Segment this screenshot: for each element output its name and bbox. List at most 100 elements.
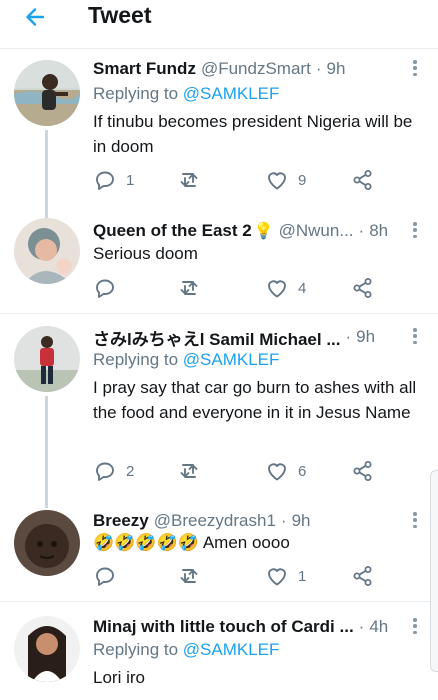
back-button[interactable] [18,2,52,32]
tweet-actions: 4 [93,276,438,300]
avatar[interactable] [14,218,80,284]
tweet-actions: 1 9 [93,168,438,192]
tweet-actions: 1 [93,564,438,588]
reply-button[interactable]: 2 [93,459,134,483]
share-button[interactable] [351,276,375,300]
retweet-button[interactable] [177,459,210,483]
more-options-icon[interactable] [410,510,420,530]
share-icon [353,461,372,481]
avatar[interactable] [14,616,80,682]
reply-icon [96,279,114,298]
avatar[interactable] [14,326,80,392]
tweet-text: Lori iro [93,668,145,687]
tweet-text: 🤣🤣🤣🤣🤣 Amen oooo [93,530,423,555]
reply-tweet[interactable]: Smart Fundz @FundzSmart · 9h Replying to… [0,58,438,222]
like-count: 4 [298,279,307,297]
display-name[interactable]: Queen of the East 2 [93,221,252,241]
replying-to: Replying to @SAMKLEF [93,640,279,660]
tweet-text: If tinubu becomes president Nigeria will… [93,112,413,156]
thread-line [45,396,48,508]
retweet-icon [180,173,198,187]
more-options-icon[interactable] [410,616,420,636]
timestamp: 9h [356,327,376,346]
separator-dot: · [280,511,287,530]
share-button[interactable] [351,168,375,192]
retweet-icon [180,464,198,478]
divider [0,601,438,602]
separator-dot: · [358,221,365,240]
top-bar: Tweet [0,0,438,49]
retweet-button[interactable] [177,276,210,300]
reply-count: 1 [126,171,135,189]
tweet-actions: 2 6 [93,459,438,483]
mention-link[interactable]: @SAMKLEF [183,350,280,369]
page-title: Tweet [88,2,152,28]
user-handle[interactable]: @Nwun... [279,221,354,241]
replying-prefix: Replying to [93,350,183,369]
share-button[interactable] [351,459,375,483]
tweet-header: Breezy @Breezydrash1 · 9h [93,510,402,532]
reply-button[interactable] [93,276,126,300]
reply-icon [96,567,114,586]
like-button[interactable]: 4 [265,276,306,300]
like-button[interactable]: 1 [265,564,306,588]
tweet-header: Queen of the East 2 💡 @Nwun... · 8h [93,220,402,242]
share-icon [353,566,372,586]
heart-icon [268,568,286,586]
laughing-emoji-icon: 🤣🤣🤣🤣🤣 [93,533,199,552]
lightbulb-icon: 💡 [253,223,274,240]
share-icon [353,170,372,190]
share-icon [353,278,372,298]
timestamp: 4h [369,617,389,636]
retweet-icon [180,569,198,583]
heart-icon [268,172,286,190]
separator-dot: · [358,617,365,636]
display-name[interactable]: Breezy [93,511,149,531]
scrollbar[interactable] [430,470,438,672]
retweet-button[interactable] [177,564,210,588]
like-button[interactable]: 9 [265,168,306,192]
display-name[interactable]: Smart Fundz [93,59,196,79]
reply-tweet[interactable]: Breezy @Breezydrash1 · 9h 🤣🤣🤣🤣🤣 Amen oooo… [0,508,438,598]
timestamp: 9h [291,511,311,530]
tweet-header: さみlみちゃえl Samil Michael ... · 9h [93,326,402,348]
retweet-button[interactable] [177,168,210,192]
mention-link[interactable]: @SAMKLEF [183,640,280,659]
user-handle[interactable]: @FundzSmart [201,59,311,79]
tweet-header: Smart Fundz @FundzSmart · 9h [93,58,402,80]
replying-to: Replying to @SAMKLEF [93,350,279,370]
replying-prefix: Replying to [93,84,183,103]
separator-dot: · [345,327,352,346]
divider [0,313,438,314]
share-button[interactable] [351,564,375,588]
tweet-text: I pray say that car go burn to ashes wit… [93,378,417,422]
user-handle[interactable]: @Breezydrash1 [154,511,276,531]
reply-tweet[interactable]: Minaj with little touch of Cardi ... · 4… [0,616,438,700]
display-name[interactable]: さみlみちゃえl Samil Michael ... [93,326,341,349]
retweet-icon [180,281,198,295]
reply-button[interactable] [93,564,126,588]
more-options-icon[interactable] [410,220,420,240]
replying-to: Replying to @SAMKLEF [93,84,279,104]
reply-tweet[interactable]: さみlみちゃえl Samil Michael ... · 9h Replying… [0,326,438,508]
mention-link[interactable]: @SAMKLEF [183,84,280,103]
heart-icon [268,463,286,481]
arrow-left-icon [26,8,45,26]
reply-count: 2 [126,462,135,480]
heart-icon [268,280,286,298]
thread-line [45,130,48,222]
display-name[interactable]: Minaj with little touch of Cardi ... [93,617,354,637]
more-options-icon[interactable] [410,58,420,78]
tweet-text: Serious doom [93,244,198,263]
like-count: 6 [298,462,307,480]
like-button[interactable]: 6 [265,459,306,483]
avatar[interactable] [14,510,80,576]
replying-prefix: Replying to [93,640,183,659]
reply-tweet[interactable]: Queen of the East 2 💡 @Nwun... · 8h Seri… [0,218,438,308]
avatar[interactable] [14,60,80,126]
more-options-icon[interactable] [410,326,420,346]
reply-button[interactable]: 1 [93,168,134,192]
reply-icon [96,171,114,190]
tweet-header: Minaj with little touch of Cardi ... · 4… [93,616,402,638]
timestamp: 8h [369,221,389,240]
